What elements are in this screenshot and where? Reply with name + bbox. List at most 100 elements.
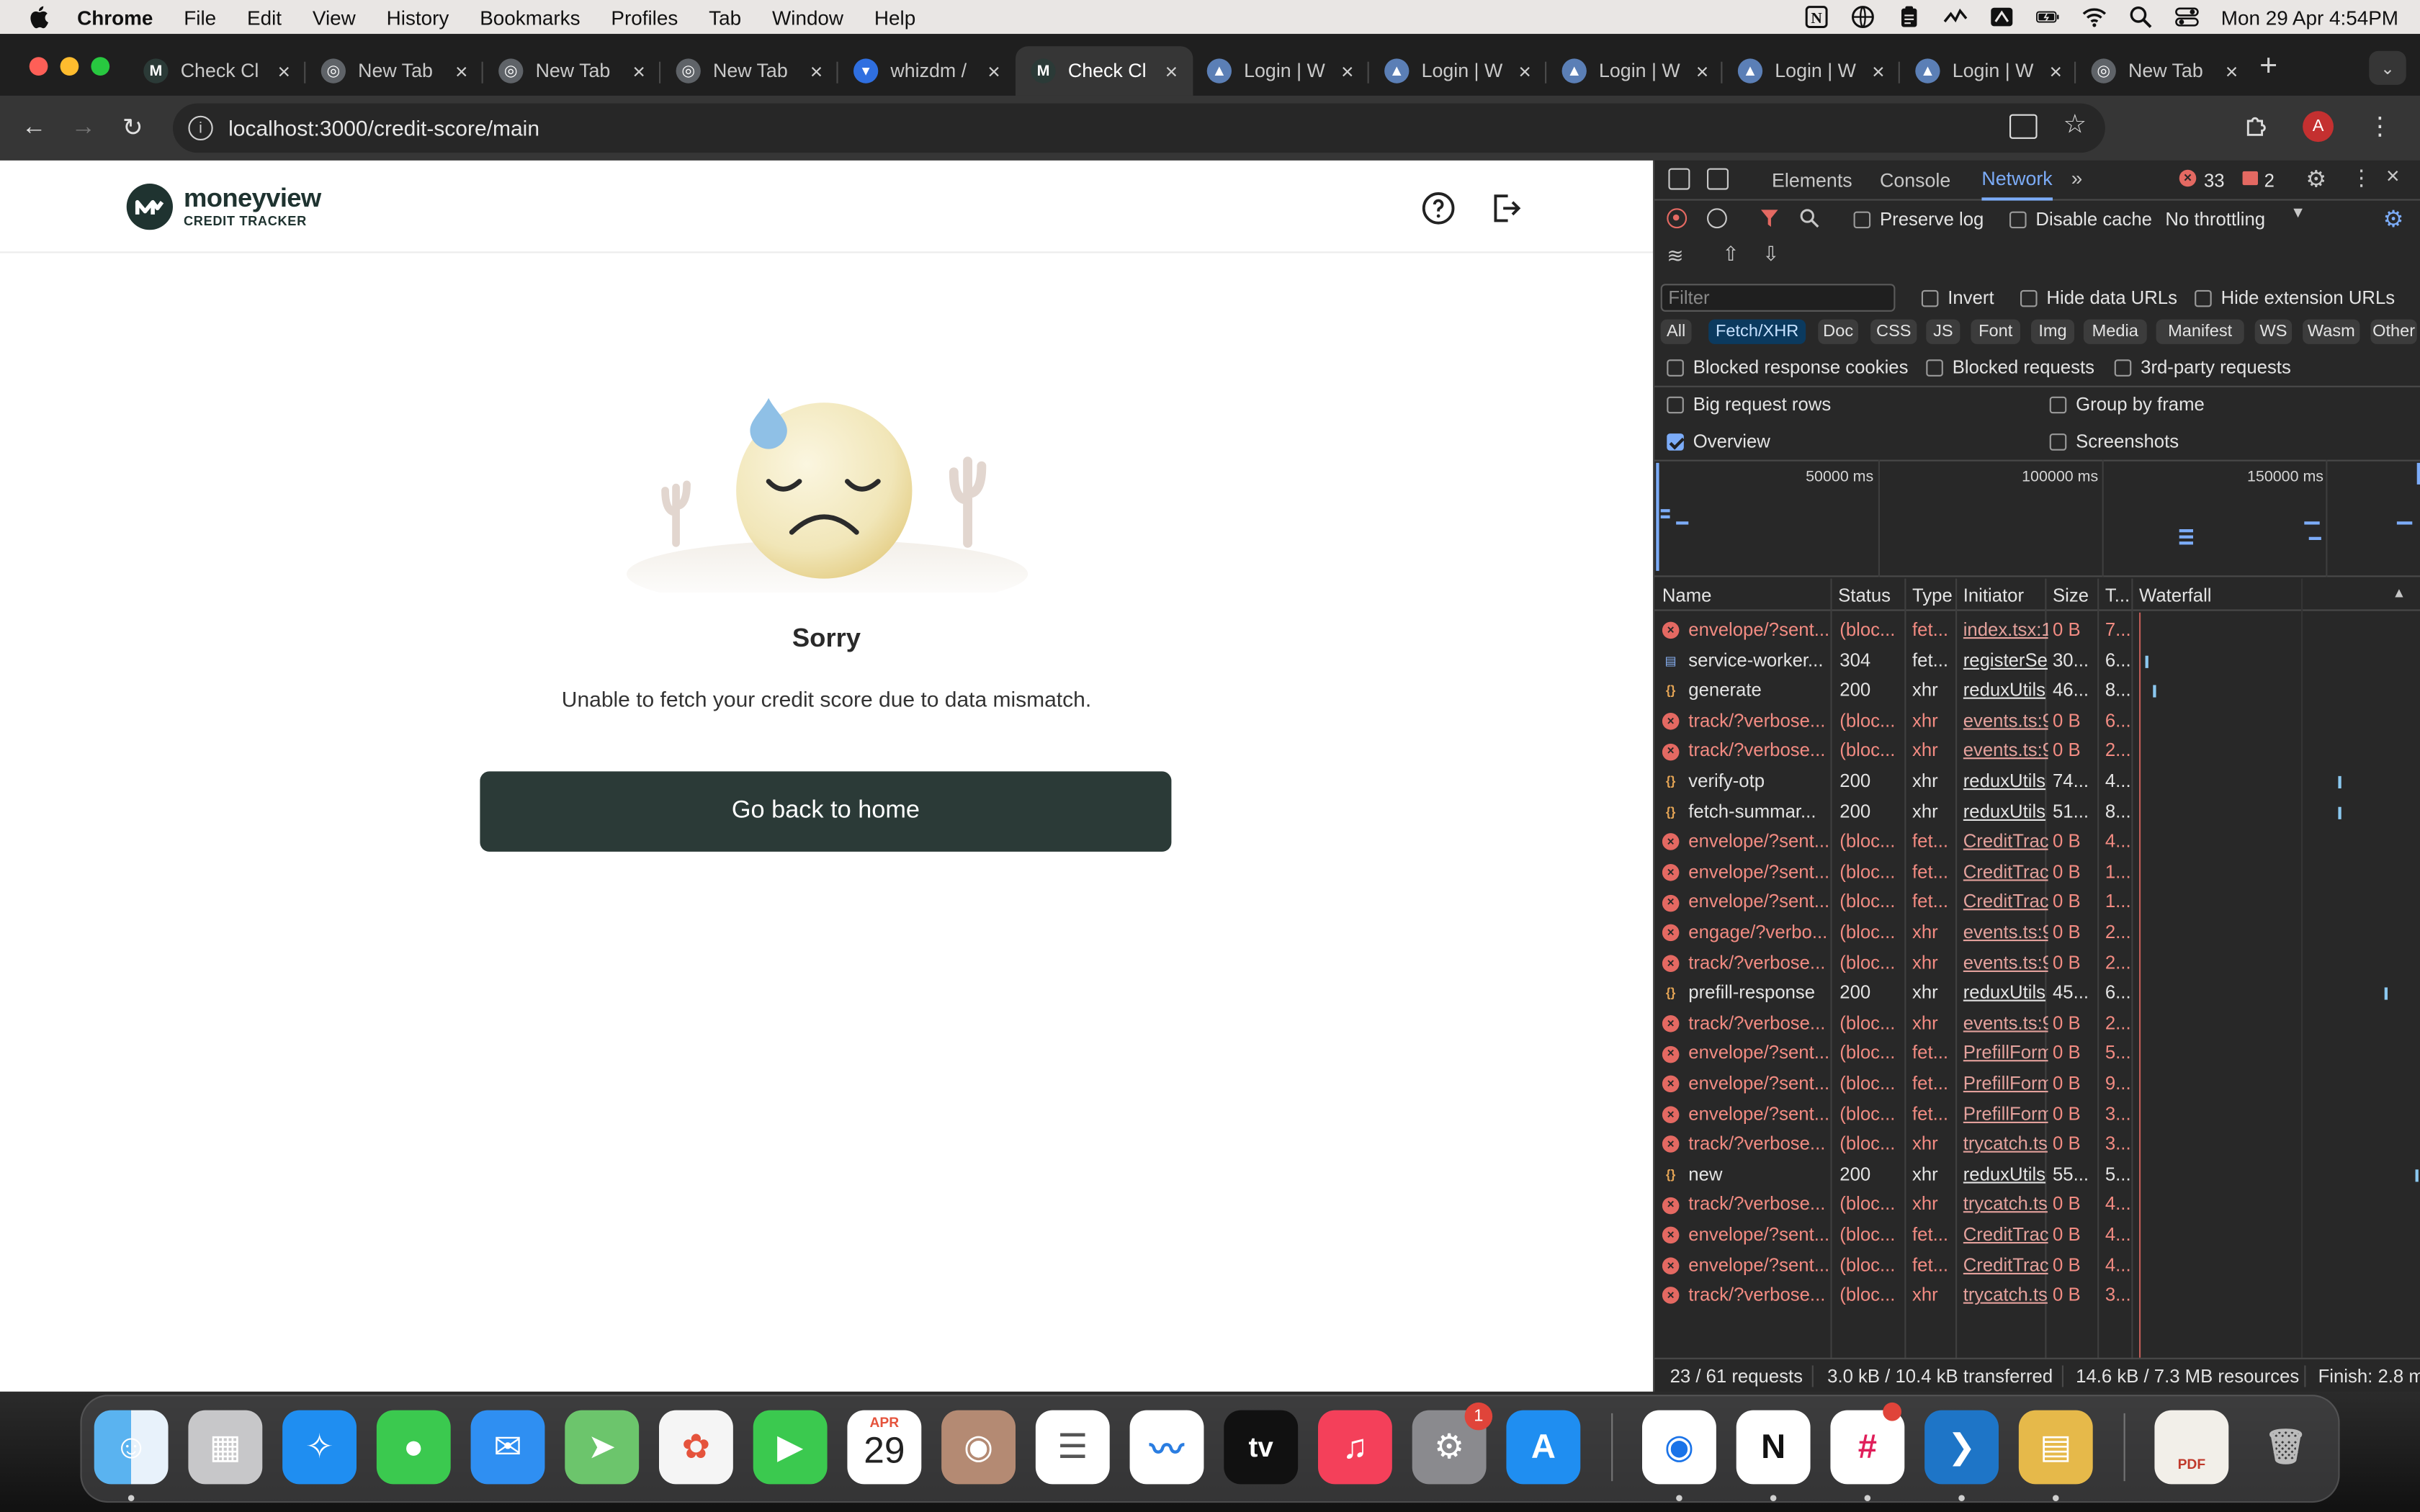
reminders-icon[interactable]: ☰ [1035, 1410, 1110, 1485]
vscode-icon[interactable]: ❯ [1924, 1410, 1999, 1485]
maps-icon[interactable]: ➤ [565, 1410, 640, 1485]
window-zoom-button[interactable] [91, 57, 110, 76]
request-row[interactable]: × track/?verbose... (bloc... xhr events.ts:9… [1654, 948, 2420, 978]
tab-close-icon[interactable]: × [1690, 58, 1714, 83]
new-tab-button[interactable]: + [2259, 50, 2277, 85]
browser-tab[interactable]: ◎ New Tab × [2076, 46, 2253, 96]
sort-up-icon[interactable]: ▲ [2392, 585, 2406, 600]
browser-tab[interactable]: ▾ whizdm / × [838, 46, 1016, 96]
request-initiator-link[interactable]: registerSe [1963, 646, 2048, 676]
photos-icon[interactable]: ✿ [659, 1410, 733, 1485]
filter-js[interactable]: JS [1926, 319, 1960, 344]
menu-edit[interactable]: Edit [247, 6, 282, 29]
warning-count[interactable]: 2 [2264, 170, 2275, 192]
request-row[interactable]: {} new 200 xhr reduxUtils 55... 5... [1654, 1160, 2420, 1190]
request-row[interactable]: × track/?verbose... (bloc... xhr trycatch.ts… [1654, 1281, 2420, 1311]
music-icon[interactable]: ♫ [1318, 1410, 1392, 1485]
request-initiator-link[interactable]: reduxUtils [1963, 1160, 2048, 1190]
install-app-icon[interactable] [2009, 114, 2038, 139]
network-conditions-icon[interactable]: ≋ [1667, 244, 1683, 269]
request-row[interactable]: × envelope/?sent... (bloc... fet... CreditTr… [1654, 1251, 2420, 1281]
window-minimize-button[interactable] [60, 57, 79, 76]
tab-close-icon[interactable]: × [627, 58, 651, 83]
spotlight-search-icon[interactable] [2128, 4, 2153, 29]
chrome-icon[interactable]: ◉ [1642, 1410, 1716, 1485]
filter-media[interactable]: Media [2083, 319, 2147, 344]
preserve-log-checkbox[interactable]: Preserve log [1853, 208, 1984, 230]
request-row[interactable]: × track/?verbose... (bloc... xhr trycatch.ts… [1654, 1130, 2420, 1160]
blocked-response-cookies-checkbox[interactable]: Blocked response cookies [1667, 356, 1908, 378]
browser-tab[interactable]: ◎ New Tab × [305, 46, 483, 96]
notion-icon[interactable]: N [1736, 1410, 1811, 1485]
filter-all[interactable]: All [1660, 319, 1692, 344]
finder-icon[interactable]: ☺ [94, 1410, 169, 1485]
tab-close-icon[interactable]: × [449, 58, 474, 83]
request-row[interactable]: ▤ service-worker... 304 fet... registerSe 30.… [1654, 646, 2420, 676]
request-row[interactable]: × envelope/?sent... (bloc... fet... CreditTr… [1654, 1220, 2420, 1251]
menu-app-chrome[interactable]: Chrome [77, 6, 153, 29]
request-row[interactable]: × track/?verbose... (bloc... xhr events.ts:9… [1654, 706, 2420, 737]
col-type[interactable]: Type [1904, 579, 1953, 611]
back-arrow-icon[interactable]: ← [19, 112, 50, 143]
address-bar-url[interactable]: localhost:3000/credit-score/main [228, 116, 539, 140]
import-har-icon[interactable]: ⇧ [1722, 242, 1739, 266]
reload-icon[interactable]: ↻ [117, 112, 148, 143]
control-center-icon[interactable] [2174, 4, 2199, 29]
logout-icon[interactable] [1488, 190, 1525, 227]
request-initiator-link[interactable]: CreditTrac [1963, 858, 2048, 888]
filter-funnel-icon[interactable] [1760, 208, 1780, 228]
menu-view[interactable]: View [313, 6, 356, 29]
request-initiator-link[interactable]: events.ts:9 [1963, 918, 2048, 948]
request-row[interactable]: {} fetch-summar... 200 xhr reduxUtils 51... 8.… [1654, 797, 2420, 827]
menu-file[interactable]: File [184, 6, 216, 29]
request-initiator-link[interactable]: CreditTrac [1963, 1220, 2048, 1251]
request-initiator-link[interactable]: reduxUtils [1963, 676, 2048, 706]
site-info-icon[interactable]: i [188, 115, 213, 140]
freeform-icon[interactable]: 〰 [1129, 1410, 1204, 1485]
col-waterfall[interactable]: Waterfall [2131, 579, 2212, 611]
request-initiator-link[interactable]: trycatch.ts [1963, 1130, 2048, 1160]
request-initiator-link[interactable]: events.ts:9 [1963, 706, 2048, 737]
tab-close-icon[interactable]: × [1866, 58, 1891, 83]
request-initiator-link[interactable]: reduxUtils [1963, 978, 2048, 1009]
hide-extension-urls-checkbox[interactable]: Hide extension URLs [2195, 287, 2395, 309]
help-circle-icon[interactable] [1420, 190, 1456, 227]
filter-other[interactable]: Other [2370, 319, 2417, 344]
menu-profiles[interactable]: Profiles [611, 6, 678, 29]
extensions-puzzle-icon[interactable] [2241, 111, 2272, 142]
tab-close-icon[interactable]: × [2219, 58, 2244, 83]
filter-img[interactable]: Img [2031, 319, 2074, 344]
tab-close-icon[interactable]: × [1512, 58, 1537, 83]
request-initiator-link[interactable]: PrefillForm [1963, 1069, 2048, 1099]
col-initiator[interactable]: Initiator [1955, 579, 2024, 611]
safari-icon[interactable]: ✧ [282, 1410, 357, 1485]
vpn-globe-icon[interactable] [1850, 4, 1875, 29]
record-stop-icon[interactable] [1667, 208, 1688, 229]
apple-logo-icon[interactable] [28, 4, 50, 29]
request-row[interactable]: × envelope/?sent... (bloc... fet... CreditTr… [1654, 827, 2420, 858]
tab-close-icon[interactable]: × [1159, 58, 1183, 83]
col-size[interactable]: Size [2045, 579, 2089, 611]
warning-count-icon[interactable] [2242, 171, 2258, 186]
sequel-icon[interactable]: ▤ [2018, 1410, 2093, 1485]
tab-elements[interactable]: Elements [1772, 161, 1852, 201]
request-initiator-link[interactable]: reduxUtils [1963, 797, 2048, 827]
request-initiator-link[interactable]: events.ts:9 [1963, 948, 2048, 978]
browser-tab[interactable]: ▲ Login | W × [1369, 46, 1546, 96]
browser-tab[interactable]: ◎ New Tab × [660, 46, 838, 96]
request-initiator-link[interactable]: events.ts:9 [1963, 1009, 2048, 1039]
group-by-frame-checkbox[interactable]: Group by frame [2049, 393, 2205, 415]
request-initiator-link[interactable]: CreditTrac [1963, 1251, 2048, 1281]
request-initiator-link[interactable]: CreditTrac [1963, 888, 2048, 918]
tab-close-icon[interactable]: × [804, 58, 828, 83]
request-row[interactable]: {} prefill-response 200 xhr reduxUtils 45... 6… [1654, 978, 2420, 1009]
tab-close-icon[interactable]: × [272, 58, 296, 83]
tab-close-icon[interactable]: × [982, 58, 1006, 83]
overview-checkbox[interactable]: Overview [1667, 431, 1770, 452]
bookmark-star-icon[interactable]: ☆ [2063, 109, 2087, 140]
menu-history[interactable]: History [387, 6, 449, 29]
browser-tab[interactable]: ◎ New Tab × [483, 46, 660, 96]
request-initiator-link[interactable]: trycatch.ts [1963, 1281, 2048, 1311]
filter-manifest[interactable]: Manifest [2156, 319, 2244, 344]
certificate-pdf-icon[interactable]: PDF [2154, 1410, 2229, 1485]
